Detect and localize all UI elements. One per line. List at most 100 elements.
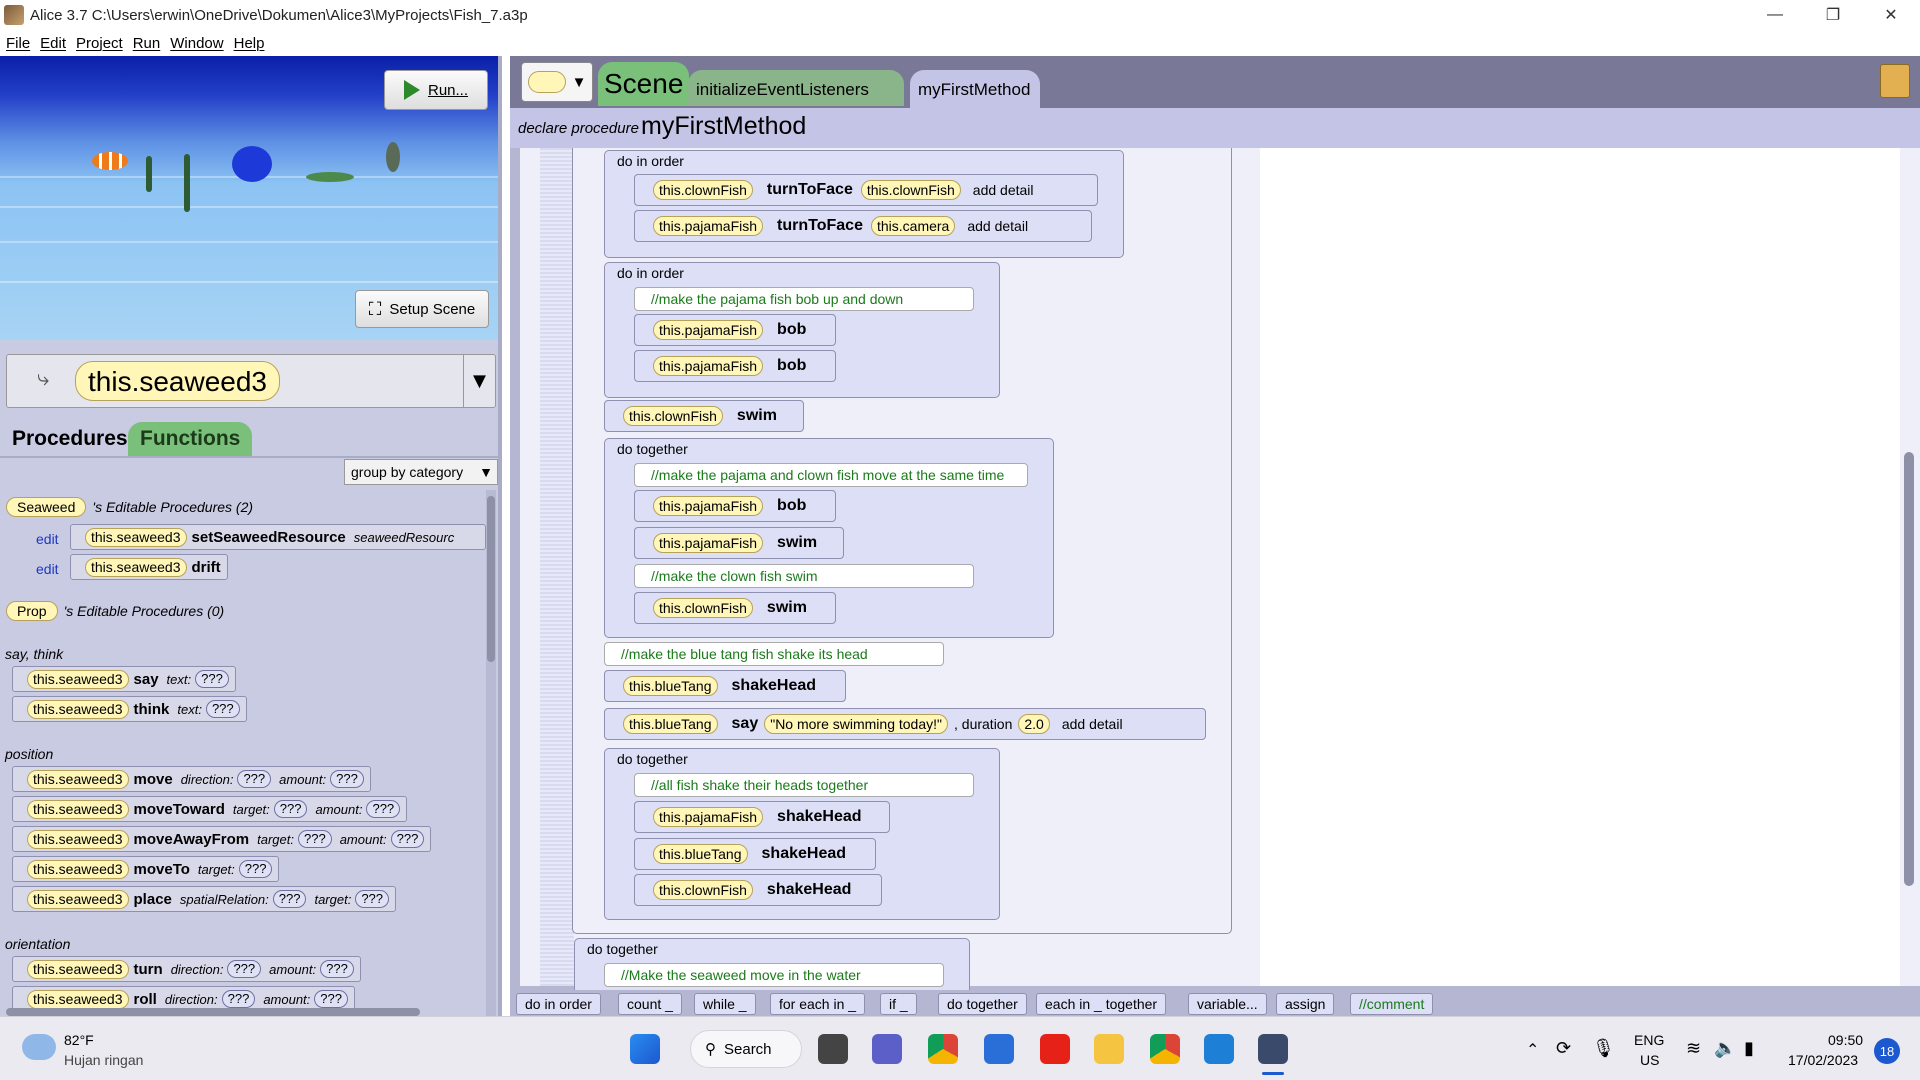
language-secondary[interactable]: US <box>1640 1052 1659 1068</box>
pajamafish-model[interactable] <box>386 142 400 172</box>
instance-tile[interactable]: this.pajamaFish <box>653 320 764 340</box>
param-placeholder[interactable]: ??? <box>320 960 354 978</box>
param-placeholder[interactable]: ??? <box>238 860 273 878</box>
vscode-icon[interactable] <box>1204 1034 1234 1064</box>
chevron-up-icon[interactable]: ⌃ <box>1526 1040 1539 1060</box>
palette-for-each-in[interactable]: for each in _ <box>770 993 866 1015</box>
close-button[interactable]: ✕ <box>1862 0 1920 30</box>
param-placeholder[interactable]: ??? <box>314 990 348 1008</box>
chrome-icon[interactable] <box>1150 1034 1180 1064</box>
youtube-icon[interactable] <box>1040 1034 1070 1064</box>
statement-turnToFace[interactable]: this.clownFish turnToFace this.clownFish… <box>634 174 1098 206</box>
run-button[interactable]: Run... <box>384 70 488 110</box>
tab-scene[interactable]: Scene <box>598 62 690 106</box>
menu-project[interactable]: Project <box>76 35 123 52</box>
statement-shakeHead[interactable]: this.blueTang shakeHead <box>604 670 846 702</box>
statement-bob[interactable]: this.pajamaFish bob <box>634 314 836 346</box>
type-selector-button[interactable]: ▼ <box>521 62 593 102</box>
instance-tile[interactable]: this.pajamaFish <box>653 807 764 827</box>
weather-icon[interactable] <box>22 1034 56 1060</box>
param-placeholder[interactable]: ??? <box>237 770 272 788</box>
statement-swim[interactable]: this.pajamaFish swim <box>634 527 844 559</box>
palette-assign[interactable]: assign <box>1276 993 1335 1015</box>
add-detail-button[interactable]: add detail <box>967 218 1028 234</box>
instance-tile[interactable]: this.pajamaFish <box>653 216 764 236</box>
battery-icon[interactable]: ▮ <box>1744 1038 1754 1059</box>
comment[interactable]: //make the pajama and clown fish move at… <box>634 463 1028 487</box>
instance-selector[interactable]: ⤷ this.seaweed3 ▼ <box>6 354 496 408</box>
volume-icon[interactable]: 🔈 <box>1714 1038 1736 1059</box>
edit-link[interactable]: edit <box>36 561 59 577</box>
procedure-setSeaweedResource[interactable]: this.seaweed3 setSeaweedResource seaweed… <box>70 524 486 550</box>
tab-procedures[interactable]: Procedures <box>0 422 140 456</box>
param-placeholder[interactable]: ??? <box>205 700 240 718</box>
palette-if[interactable]: if _ <box>880 993 917 1015</box>
param-placeholder[interactable]: ??? <box>272 890 307 908</box>
param-placeholder[interactable]: ??? <box>195 670 229 688</box>
comment[interactable]: //make the pajama fish bob up and down <box>634 287 974 311</box>
palette-do-together[interactable]: do together <box>938 993 1027 1015</box>
seaweed-model[interactable] <box>184 154 190 212</box>
store-icon[interactable] <box>984 1034 1014 1064</box>
menu-help[interactable]: Help <box>234 35 265 52</box>
procedure-moveTo[interactable]: this.seaweed3 moveTo target: ??? <box>12 856 280 882</box>
group-by-select[interactable]: group by category ▼ <box>344 459 498 485</box>
restore-button[interactable]: ❐ <box>1804 0 1862 30</box>
target-tile[interactable]: this.camera <box>870 216 956 236</box>
microphone-icon[interactable]: 🎙 <box>1592 1038 1615 1059</box>
edit-link[interactable]: edit <box>36 531 59 547</box>
add-detail-button[interactable]: add detail <box>973 182 1034 198</box>
duration-value[interactable]: 2.0 <box>1018 714 1050 734</box>
setup-scene-button[interactable]: ⛶ Setup Scene <box>355 290 489 328</box>
bluetang-model[interactable] <box>232 146 272 182</box>
procedure-turn[interactable]: this.seaweed3 turn direction: ??? amount… <box>12 956 361 982</box>
param-placeholder[interactable]: ??? <box>227 960 262 978</box>
palette-while[interactable]: while _ <box>694 993 756 1015</box>
instance-tile[interactable]: this.clownFish <box>653 880 753 900</box>
procedure-place[interactable]: this.seaweed3 place spatialRelation: ???… <box>12 886 397 912</box>
instance-tile[interactable]: this.blueTang <box>623 676 718 696</box>
param-placeholder[interactable]: ??? <box>355 890 390 908</box>
instance-tile[interactable]: this.pajamaFish <box>653 533 764 553</box>
statement-swim[interactable]: this.clownFish swim <box>634 592 836 624</box>
chrome-icon[interactable] <box>928 1034 958 1064</box>
clock-date[interactable]: 17/02/2023 <box>1788 1052 1858 1068</box>
statement-swim[interactable]: this.clownFish swim <box>604 400 804 432</box>
palette-each-in-together[interactable]: each in _ together <box>1036 993 1167 1015</box>
param-placeholder[interactable]: ??? <box>390 830 425 848</box>
language-primary[interactable]: ENG <box>1634 1032 1664 1048</box>
task-view-icon[interactable] <box>818 1034 848 1064</box>
statement-say[interactable]: this.blueTang say "No more swimming toda… <box>604 708 1206 740</box>
weather-temp[interactable]: 82°F <box>64 1032 94 1048</box>
instance-tile[interactable]: this.clownFish <box>623 406 723 426</box>
palette-count[interactable]: count _ <box>618 993 682 1015</box>
alice-taskbar-icon[interactable] <box>1258 1034 1288 1064</box>
wifi-icon[interactable]: ≋ <box>1686 1038 1701 1059</box>
statement-shakeHead[interactable]: this.pajamaFish shakeHead <box>634 801 890 833</box>
vertical-scrollbar-thumb[interactable] <box>487 496 495 662</box>
clock-time[interactable]: 09:50 <box>1828 1032 1863 1048</box>
statement-shakeHead[interactable]: this.clownFish shakeHead <box>634 874 882 906</box>
palette-do-in-order[interactable]: do in order <box>516 993 601 1015</box>
comment[interactable]: //Make the seaweed move in the water <box>604 963 944 987</box>
param-placeholder[interactable]: ??? <box>273 800 308 818</box>
instance-tile[interactable]: this.blueTang <box>623 714 718 734</box>
statement-turnToFace[interactable]: this.pajamaFish turnToFace this.camera a… <box>634 210 1092 242</box>
instance-tile[interactable]: this.pajamaFish <box>653 496 764 516</box>
comment[interactable]: //all fish shake their heads together <box>634 773 974 797</box>
horizontal-scrollbar-thumb[interactable] <box>6 1008 420 1016</box>
menu-file[interactable]: File <box>6 35 30 52</box>
seaweed-model[interactable] <box>306 172 354 182</box>
tab-initializeEventListeners[interactable]: initializeEventListeners <box>688 70 904 106</box>
procedure-drift[interactable]: this.seaweed3 drift <box>70 554 228 580</box>
clownfish-model[interactable] <box>92 152 128 170</box>
notification-badge[interactable]: 18 <box>1874 1038 1900 1064</box>
menu-edit[interactable]: Edit <box>40 35 66 52</box>
tab-functions[interactable]: Functions <box>128 422 253 456</box>
param-placeholder[interactable]: ??? <box>330 770 364 788</box>
seaweed-model[interactable] <box>146 156 152 192</box>
add-detail-button[interactable]: add detail <box>1062 716 1123 732</box>
procedure-think[interactable]: this.seaweed3 think text: ??? <box>12 696 247 722</box>
procedure-moveAwayFrom[interactable]: this.seaweed3 moveAwayFrom target: ??? a… <box>12 826 432 852</box>
type-badge[interactable]: Prop <box>6 601 58 621</box>
